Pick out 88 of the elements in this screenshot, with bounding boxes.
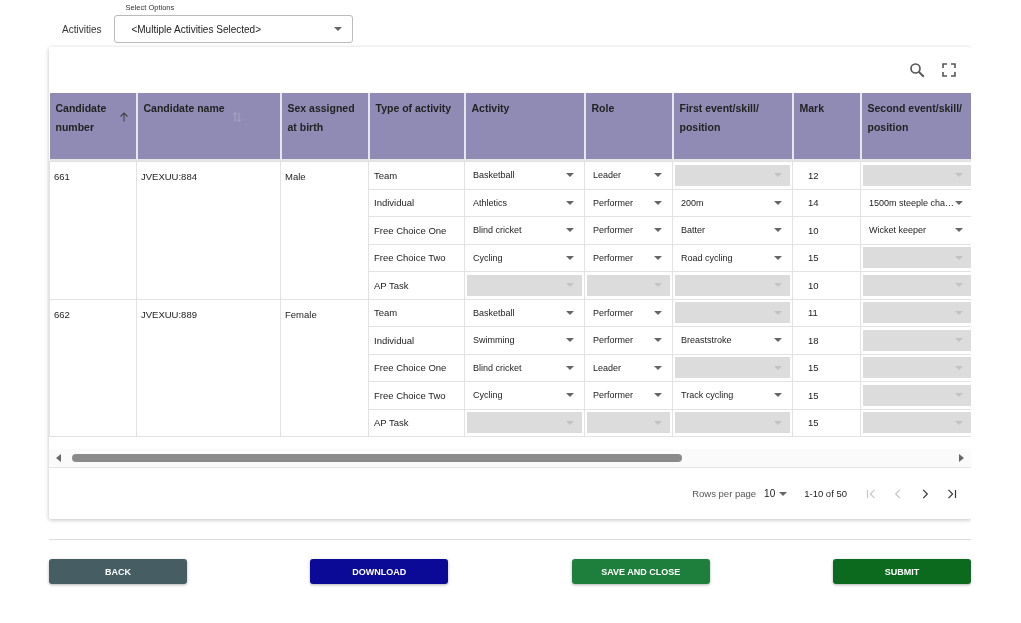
table-cell: 12: [792, 161, 861, 189]
caret-icon: [654, 365, 662, 370]
column-header[interactable]: Second event/skill/ position: [860, 93, 971, 159]
action-button[interactable]: DOWNLOAD: [310, 559, 449, 584]
caret-icon: [566, 228, 574, 233]
caret-icon: [774, 365, 782, 370]
table-cell: Male: [280, 161, 369, 299]
fullscreen-icon[interactable]: [941, 62, 957, 78]
table-cell: 10: [792, 271, 861, 299]
caret-icon: [566, 420, 574, 425]
table-cell: Team: [368, 299, 465, 327]
rows-per-page-select[interactable]: 10: [764, 488, 788, 499]
table-cell: Free Choice Two: [368, 244, 465, 272]
table-cell: Individual: [368, 189, 465, 217]
caret-icon: [654, 283, 662, 288]
caret-icon: [654, 200, 662, 205]
table-cell: 11: [792, 299, 861, 327]
column-header[interactable]: Activity: [464, 93, 585, 159]
table-cell: 661: [49, 161, 137, 299]
table-cell: Team: [368, 161, 465, 189]
caret-icon: [654, 255, 662, 260]
caret-icon: [774, 173, 782, 178]
caret-icon: [779, 491, 788, 496]
caret-icon: [654, 420, 662, 425]
caret-icon: [955, 173, 963, 178]
caret-icon: [774, 310, 782, 315]
caret-icon: [566, 365, 574, 370]
caret-icon: [955, 338, 963, 343]
column-header[interactable]: Sex assigned at birth: [280, 93, 369, 159]
caret-icon: [566, 255, 574, 260]
caret-icon: [955, 420, 963, 425]
table-cell: 14: [792, 189, 861, 217]
caret-icon: [774, 200, 782, 205]
table-cell: 15: [792, 409, 861, 437]
caret-icon: [566, 393, 574, 398]
table-cell: 15: [792, 244, 861, 272]
action-button[interactable]: BACK: [49, 559, 187, 584]
caret-icon: [654, 393, 662, 398]
caret-icon: [774, 283, 782, 288]
page-range: 1-10 of 50: [804, 488, 847, 499]
table-cell: Female: [280, 299, 369, 437]
caret-icon: [566, 283, 574, 288]
column-header[interactable]: Role: [584, 93, 673, 159]
table-cell: 662: [49, 299, 137, 437]
caret-icon: [654, 228, 662, 233]
caret-icon: [774, 393, 782, 398]
table-cell: Individual: [368, 326, 465, 354]
table-cell: 15: [792, 381, 861, 409]
caret-icon: [955, 255, 963, 260]
caret-icon: [654, 173, 662, 178]
caret-icon: [774, 255, 782, 260]
table-cell: AP Task: [368, 271, 465, 299]
caret-icon: [774, 420, 782, 425]
column-header[interactable]: Mark: [792, 93, 861, 159]
column-header[interactable]: Candidate name: [136, 93, 281, 159]
caret-icon: [955, 365, 963, 370]
column-header[interactable]: Candidate number: [49, 93, 137, 159]
column-header[interactable]: First event/skill/ position: [672, 93, 793, 159]
caret-icon: [566, 338, 574, 343]
caret-icon: [774, 228, 782, 233]
caret-icon: [566, 310, 574, 315]
caret-icon: [955, 310, 963, 315]
table-cell: Free Choice Two: [368, 381, 465, 409]
caret-icon: [774, 338, 782, 343]
table-cell: Free Choice One: [368, 354, 465, 382]
caret-icon: [566, 200, 574, 205]
horizontal-scrollbar[interactable]: [49, 449, 971, 467]
filter-label: Activities: [62, 23, 102, 35]
caret-icon: [334, 27, 343, 31]
action-button[interactable]: SAVE AND CLOSE: [571, 559, 710, 584]
caret-icon: [955, 228, 963, 233]
table-cell: JVEXUU:884: [136, 161, 281, 299]
table-cell: AP Task: [368, 409, 465, 437]
table-cell: 10: [792, 216, 861, 244]
table-cell: 18: [792, 326, 861, 354]
table-cell: JVEXUU:889: [136, 299, 281, 437]
rows-per-page-label: Rows per page: [692, 488, 757, 499]
caret-icon: [654, 338, 662, 343]
caret-icon: [955, 283, 963, 288]
caret-icon: [955, 200, 963, 205]
caret-icon: [654, 310, 662, 315]
search-icon[interactable]: [908, 61, 926, 79]
table-cell: Free Choice One: [368, 216, 465, 244]
action-button[interactable]: SUBMIT: [833, 559, 971, 584]
caret-icon: [566, 173, 574, 178]
column-header[interactable]: Type of activity: [368, 93, 465, 159]
table-cell: 15: [792, 354, 861, 382]
caret-icon: [955, 393, 963, 398]
